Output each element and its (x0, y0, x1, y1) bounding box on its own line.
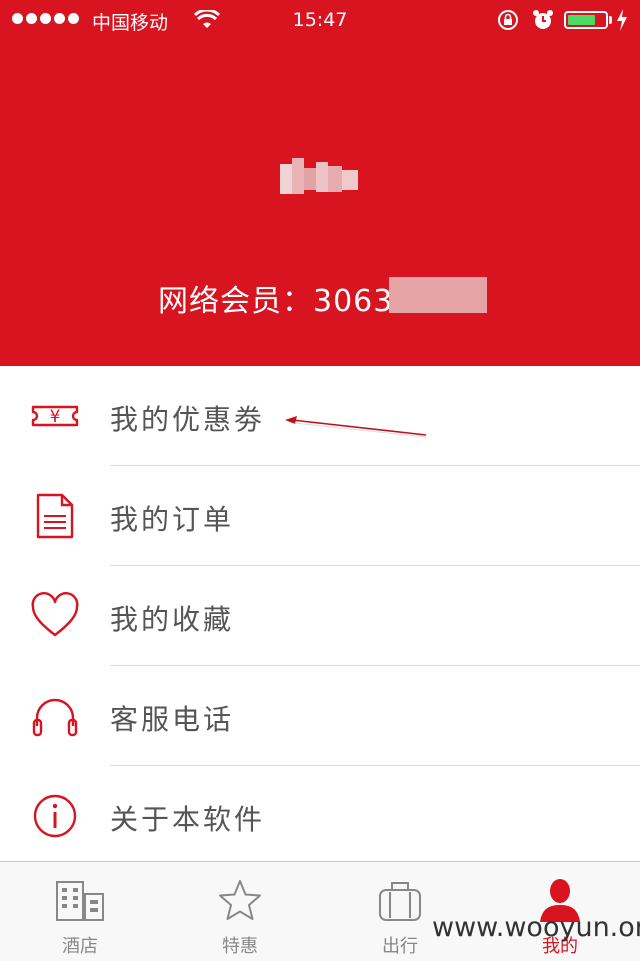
menu-item-label: 客服电话 (110, 703, 235, 736)
menu-item-label: 关于本软件 (110, 803, 266, 836)
redacted-member-id (389, 277, 487, 313)
tab-label: 特惠 (222, 936, 258, 957)
document-icon (36, 493, 74, 539)
hotel-building-icon (56, 881, 104, 921)
menu-item-orders[interactable]: 我的订单 (0, 466, 640, 566)
info-icon (33, 794, 77, 838)
heart-icon (31, 592, 79, 637)
headphones-icon (32, 698, 78, 737)
luggage-icon (379, 882, 421, 921)
tab-bar: 酒店 特惠 出行 我的 (0, 861, 640, 961)
coupon-ticket-icon: ¥ (31, 405, 79, 427)
menu-item-customer-service[interactable]: 客服电话 (0, 666, 640, 766)
star-icon (219, 880, 261, 920)
battery-icon (564, 11, 608, 29)
tab-hotel[interactable]: 酒店 (0, 862, 160, 961)
alarm-icon (533, 10, 553, 29)
rotation-lock-icon (498, 10, 518, 30)
tab-deals[interactable]: 特惠 (160, 862, 320, 961)
menu-item-about[interactable]: 关于本软件 (0, 766, 640, 866)
annotation-arrow (285, 416, 427, 438)
menu-item-label: 我的订单 (110, 503, 235, 536)
menu-item-label: 我的收藏 (110, 603, 235, 636)
menu-item-favorites[interactable]: 我的收藏 (0, 566, 640, 666)
status-bar: 中国移动 15:47 (0, 0, 640, 40)
redacted-username (280, 158, 360, 194)
menu-item-label: 我的优惠劵 (110, 403, 266, 436)
tab-label: 酒店 (62, 936, 98, 957)
member-id-label: 网络会员：3063 (158, 284, 394, 319)
watermark: www.wooyun.org (432, 912, 640, 943)
charging-bolt-icon (617, 9, 627, 31)
svg-text:¥: ¥ (50, 407, 61, 427)
